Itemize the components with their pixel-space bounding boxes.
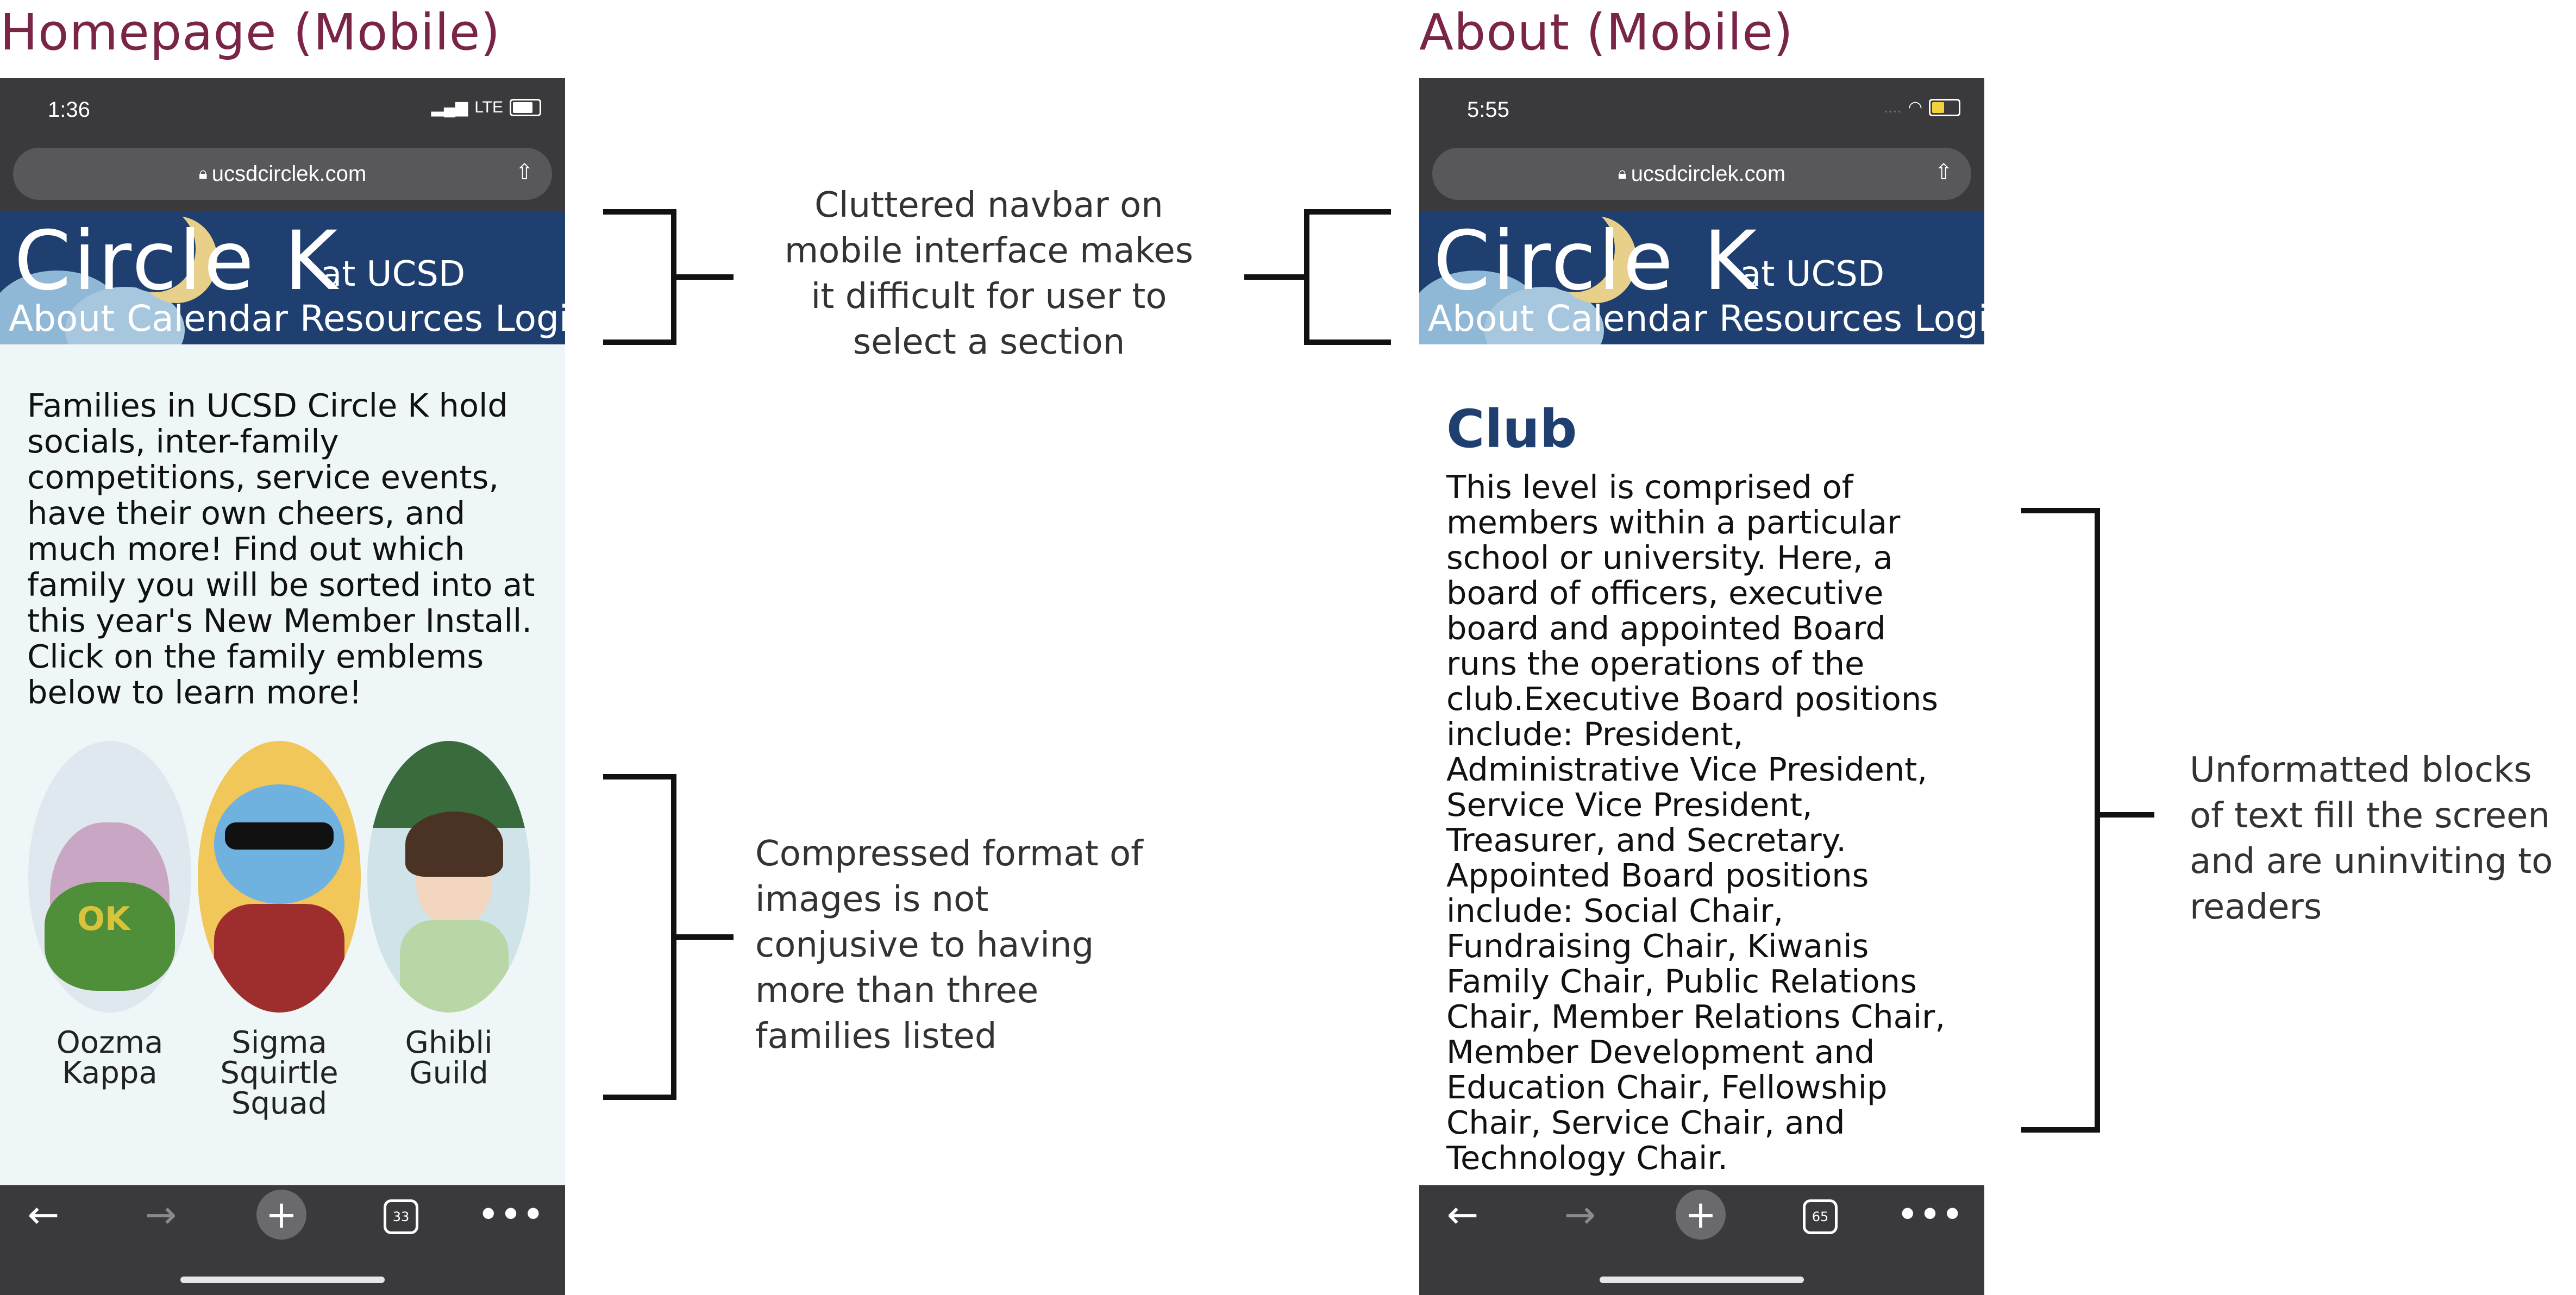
site-header-banner: Circle K at UCSD About Calendar Resource… xyxy=(0,211,565,344)
family-emblem-image[interactable] xyxy=(198,741,361,1013)
family-ghibli-guild[interactable]: Ghibli Guild xyxy=(367,741,530,1089)
nav-resources[interactable]: Resources xyxy=(1719,298,1902,340)
nav-calendar[interactable]: Calendar xyxy=(1546,298,1707,340)
more-menu-icon[interactable]: ••• xyxy=(1896,1192,1964,1237)
nav-calendar[interactable]: Calendar xyxy=(127,298,288,340)
homepage-phone-screenshot: 1:36 ▂▄▆ LTE 🔒︎ ucsdcirclek.com ⇧ Circle… xyxy=(0,78,565,1295)
family-emblem-image[interactable] xyxy=(367,741,530,1013)
club-description-text: This level is comprised of members withi… xyxy=(1446,468,1946,1177)
section-heading: Club xyxy=(1446,399,1577,460)
site-logo[interactable]: Circle K xyxy=(1433,214,1759,309)
family-sigma-squirtle-squad[interactable]: Sigma Squirtle Squad xyxy=(198,741,361,1119)
navbar-bracket-left xyxy=(603,209,734,345)
nav-about[interactable]: About xyxy=(9,298,115,340)
browser-toolbar: ← → + 33 ••• xyxy=(0,1185,565,1295)
nav-resources[interactable]: Resources xyxy=(300,298,483,340)
nav-about[interactable]: About xyxy=(1428,298,1534,340)
navbar-annotation: Cluttered navbar on mobile interface mak… xyxy=(784,185,1194,362)
homepage-content: Families in UCSD Circle K hold socials, … xyxy=(0,344,565,1185)
signal-icon: .... xyxy=(1883,98,1902,116)
status-bar: 1:36 ▂▄▆ LTE 🔒︎ ucsdcirclek.com ⇧ xyxy=(0,78,565,211)
signal-icon: ▂▄▆ xyxy=(431,98,468,116)
about-content: Club This level is comprised of members … xyxy=(1419,344,1984,1185)
images-bracket xyxy=(603,774,734,1100)
new-tab-plus-icon[interactable]: + xyxy=(256,1190,306,1240)
homepage-mobile-title: Homepage (Mobile) xyxy=(0,3,501,61)
battery-icon xyxy=(510,98,541,116)
site-logo[interactable]: Circle K xyxy=(14,214,340,309)
lock-icon: 🔒︎ xyxy=(198,165,208,183)
family-oozma-kappa[interactable]: OK Oozma Kappa xyxy=(28,741,191,1089)
url-bar[interactable]: 🔒︎ ucsdcirclek.com ⇧ xyxy=(1432,148,1971,200)
families-intro-text: Families in UCSD Circle K hold socials, … xyxy=(27,387,535,711)
site-logo-subtitle: at UCSD xyxy=(1740,254,1885,294)
about-mobile-title: About (Mobile) xyxy=(1419,3,1794,61)
about-phone-screenshot: 5:55 .... ◠ 🔒︎ ucsdcirclek.com ⇧ Circle … xyxy=(1419,78,1984,1295)
site-logo-subtitle: at UCSD xyxy=(321,254,466,294)
back-arrow-icon[interactable]: ← xyxy=(22,1192,65,1237)
url-bar[interactable]: 🔒︎ ucsdcirclek.com ⇧ xyxy=(13,148,552,200)
more-menu-icon[interactable]: ••• xyxy=(477,1192,544,1237)
wifi-icon: ◠ xyxy=(1908,98,1922,116)
site-navbar: About Calendar Resources Login xyxy=(1428,298,1984,340)
forward-arrow-icon[interactable]: → xyxy=(139,1192,183,1237)
text-bracket xyxy=(2021,508,2154,1133)
url-text: ucsdcirclek.com xyxy=(1631,161,1786,186)
family-name: Ghibli Guild xyxy=(405,1025,493,1091)
tabs-count-button[interactable]: 33 xyxy=(384,1199,418,1234)
status-bar: 5:55 .... ◠ 🔒︎ ucsdcirclek.com ⇧ xyxy=(1419,78,1984,211)
battery-charging-icon xyxy=(1929,98,1960,116)
share-icon[interactable]: ⇧ xyxy=(515,160,534,185)
navbar-bracket-right xyxy=(1244,209,1391,345)
family-name: Sigma Squirtle Squad xyxy=(220,1025,339,1121)
home-indicator[interactable] xyxy=(180,1277,385,1283)
home-indicator[interactable] xyxy=(1600,1277,1804,1283)
nav-login[interactable]: Login xyxy=(1914,298,1984,340)
clock: 1:36 xyxy=(48,98,90,122)
clock: 5:55 xyxy=(1467,98,1509,122)
status-icons: ▂▄▆ LTE xyxy=(431,98,541,117)
text-annotation: Unformatted blocks of text fill the scre… xyxy=(2190,750,2553,927)
share-icon[interactable]: ⇧ xyxy=(1934,160,1953,185)
back-arrow-icon[interactable]: ← xyxy=(1441,1192,1484,1237)
family-name: Oozma Kappa xyxy=(56,1025,164,1091)
forward-arrow-icon[interactable]: → xyxy=(1558,1192,1602,1237)
url-text: ucsdcirclek.com xyxy=(211,161,367,186)
lock-icon: 🔒︎ xyxy=(1618,165,1627,183)
site-header-banner: Circle K at UCSD About Calendar Resource… xyxy=(1419,211,1984,344)
family-emblem-image[interactable]: OK xyxy=(28,741,191,1013)
tabs-count-button[interactable]: 65 xyxy=(1803,1199,1838,1234)
status-icons: .... ◠ xyxy=(1883,98,1960,117)
images-annotation: Compressed format of images is not conju… xyxy=(755,834,1143,1057)
site-navbar: About Calendar Resources Login xyxy=(9,298,565,340)
nav-login[interactable]: Login xyxy=(495,298,565,340)
network-label: LTE xyxy=(474,98,503,116)
new-tab-plus-icon[interactable]: + xyxy=(1676,1190,1726,1240)
browser-toolbar: ← → + 65 ••• xyxy=(1419,1185,1984,1295)
